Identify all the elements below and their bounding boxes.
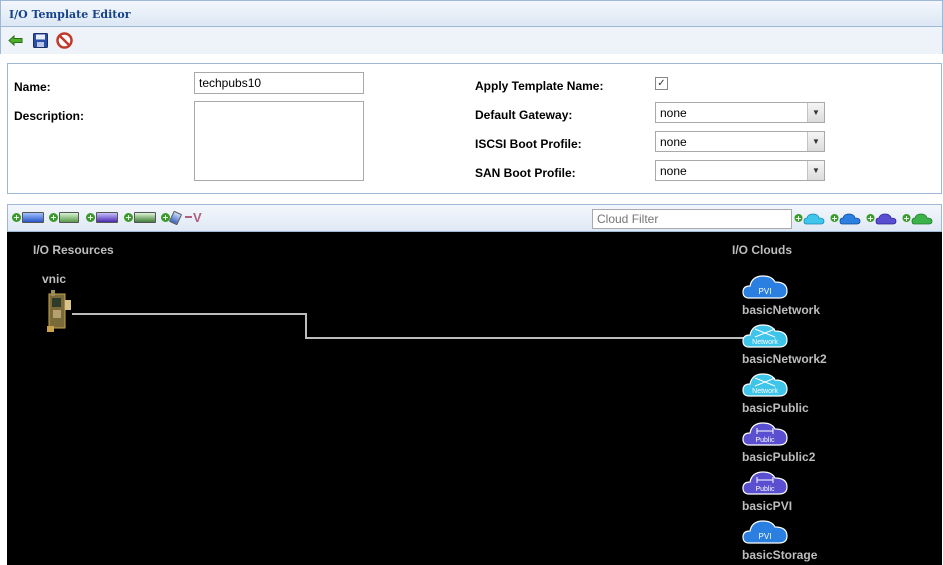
network-cloud-icon[interactable]: Network [741,319,789,351]
svg-text:+: + [903,214,910,223]
io-toolbar: + + + + + V + + + + [7,204,942,232]
svg-text:PVI: PVI [759,287,772,296]
window-title: I/O Template Editor [9,8,131,21]
svg-text:Network: Network [752,339,778,346]
cloud-name[interactable]: basicPVI [742,499,792,513]
vnic-card-icon[interactable] [45,288,75,336]
public-cloud-icon[interactable]: Public [741,466,789,498]
chevron-down-icon: ▼ [807,132,824,151]
iscsi-boot-value: none [660,135,687,149]
svg-text:+: + [831,214,838,223]
add-storage-cloud-icon[interactable]: + [902,210,934,226]
remove-icon[interactable]: V [185,210,205,226]
svg-text:PVI: PVI [759,532,772,541]
editor-toolbar [0,27,943,54]
san-boot-select[interactable]: none ▼ [655,160,825,181]
default-gateway-label: Default Gateway: [475,108,573,122]
svg-text:Public: Public [755,486,775,493]
add-storage-icon[interactable]: + [161,210,183,226]
add-vhba-icon[interactable]: + [49,211,81,226]
save-disk-icon[interactable] [32,32,49,49]
add-pvi-cloud-icon[interactable]: + [830,210,862,226]
public-cloud-icon[interactable]: Public [741,417,789,449]
apply-template-checkbox[interactable]: ✓ [655,77,668,90]
san-boot-value: none [660,164,687,178]
apply-template-label: Apply Template Name: [475,79,604,93]
san-boot-label: SAN Boot Profile: [475,166,576,180]
template-form: Name: Description: Apply Template Name: … [7,63,942,194]
cancel-icon[interactable] [56,32,73,49]
svg-text:+: + [867,214,874,223]
pvi-cloud-icon[interactable]: PVI [741,270,789,302]
description-textarea[interactable] [194,101,364,181]
back-arrow-icon[interactable] [7,32,24,49]
io-canvas: I/O Resources I/O Clouds vnic PVI basicN… [7,232,942,565]
iscsi-boot-select[interactable]: none ▼ [655,131,825,152]
network-cloud-icon[interactable]: Network [741,368,789,400]
cloud-name[interactable]: basicStorage [742,548,817,562]
chevron-down-icon: ▼ [807,103,824,122]
default-gateway-value: none [660,106,687,120]
chevron-down-icon: ▼ [807,161,824,180]
cloud-name[interactable]: basicPublic2 [742,450,815,464]
vnic-label: vnic [42,272,67,286]
add-vnic-icon[interactable]: + [12,211,46,226]
cloud-name[interactable]: basicNetwork2 [742,352,827,366]
add-network-cloud-icon[interactable]: + [794,210,826,226]
cloud-name[interactable]: basicNetwork [742,303,820,317]
io-clouds-title: I/O Clouds [732,243,792,257]
window-titlebar: I/O Template Editor [0,0,943,27]
pvi-cloud-icon[interactable]: PVI [741,515,789,547]
add-iscsi-icon[interactable]: + [124,211,158,226]
description-label: Description: [14,109,85,123]
svg-text:Public: Public [755,437,775,444]
svg-text:+: + [795,214,802,223]
name-label: Name: [14,80,51,94]
cloud-filter-input[interactable] [592,209,792,229]
io-resources-title: I/O Resources [33,243,114,257]
connector-line [72,313,747,339]
iscsi-boot-label: ISCSI Boot Profile: [475,137,582,151]
add-public-cloud-icon[interactable]: + [866,210,898,226]
add-ipsec-icon[interactable]: + [86,211,120,226]
svg-text:Network: Network [752,388,778,395]
cloud-name[interactable]: basicPublic [742,401,809,415]
name-input[interactable] [194,72,364,94]
default-gateway-select[interactable]: none ▼ [655,102,825,123]
